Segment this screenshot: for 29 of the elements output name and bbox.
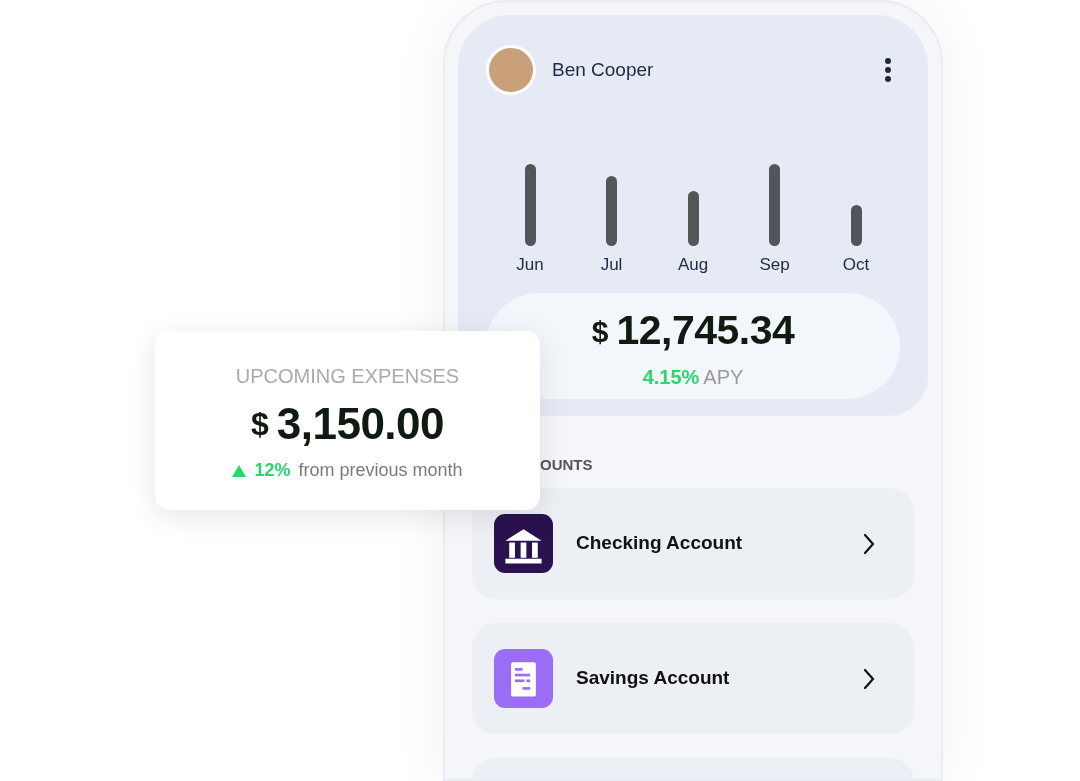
document-icon: [494, 649, 553, 708]
user-name: Ben Cooper: [552, 57, 654, 82]
account-card[interactable]: Savings Account: [472, 623, 914, 734]
change-percent: 12%: [254, 459, 291, 482]
chart-bar: [606, 175, 617, 246]
bank-icon: [494, 514, 553, 573]
section-heading: OUNTS: [539, 455, 594, 475]
chart-bar: [850, 204, 862, 246]
chevron-right-icon: [862, 532, 876, 555]
currency-symbol: $: [591, 313, 609, 350]
month-label: Sep: [759, 253, 790, 276]
interest-rate: 4.15%: [642, 364, 700, 390]
month-label: Oct: [842, 253, 870, 276]
card-title: UPCOMING EXPENSES: [235, 364, 460, 389]
month-label: Jul: [600, 253, 623, 276]
account-card[interactable]: Checking Account: [472, 488, 914, 599]
account-name: Savings Account: [576, 666, 730, 691]
account-name: Checking Account: [576, 531, 743, 556]
balance-amount: 12,745.34: [616, 306, 795, 356]
menu-icon[interactable]: [884, 57, 892, 83]
change-label: from previous month: [298, 459, 463, 482]
avatar: [486, 45, 536, 95]
chevron-right-icon: [862, 667, 876, 690]
currency-symbol: $: [250, 405, 269, 444]
month-label: Jun: [516, 253, 544, 276]
chart-bar: [687, 190, 699, 246]
expense-amount: 3,150.00: [276, 398, 445, 450]
rate-label: APY: [703, 364, 744, 390]
month-label: Aug: [677, 253, 709, 276]
